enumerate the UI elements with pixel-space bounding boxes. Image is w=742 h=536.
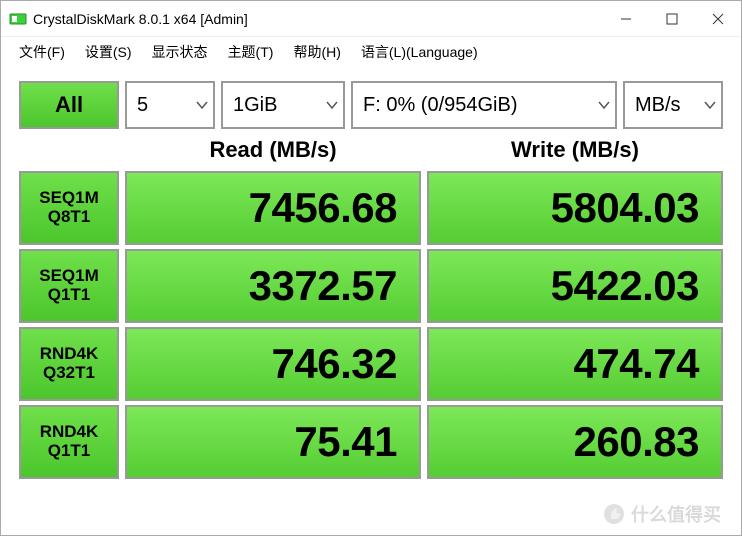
menu-settings[interactable]: 设置(S) (77, 40, 140, 64)
test-button-rnd4k-q1t1[interactable]: RND4K Q1T1 (19, 405, 119, 479)
run-all-button[interactable]: All (19, 81, 119, 129)
write-value-2: 474.74 (427, 327, 723, 401)
test-label-l1: RND4K (40, 423, 99, 442)
test-label-l1: RND4K (40, 345, 99, 364)
write-header: Write (MB/s) (427, 137, 723, 163)
test-label-l1: SEQ1M (39, 189, 99, 208)
titlebar: CrystalDiskMark 8.0.1 x64 [Admin] (1, 1, 741, 37)
drive-value: F: 0% (0/954GiB) (363, 94, 518, 117)
test-button-seq1m-q1t1[interactable]: SEQ1M Q1T1 (19, 249, 119, 323)
menu-file[interactable]: 文件(F) (11, 40, 73, 64)
test-label-l1: SEQ1M (39, 267, 99, 286)
chevron-down-icon (703, 98, 717, 112)
bench-row-3: RND4K Q1T1 75.41 260.83 (19, 405, 723, 479)
drive-dropdown[interactable]: F: 0% (0/954GiB) (351, 81, 617, 129)
window-title: CrystalDiskMark 8.0.1 x64 [Admin] (33, 11, 603, 27)
chevron-down-icon (325, 98, 339, 112)
write-value-3: 260.83 (427, 405, 723, 479)
test-label-l2: Q8T1 (48, 208, 91, 227)
menu-language[interactable]: 语言(L)(Language) (353, 40, 486, 64)
test-size-dropdown[interactable]: 1GiB (221, 81, 345, 129)
test-label-l2: Q1T1 (48, 286, 91, 305)
test-button-seq1m-q8t1[interactable]: SEQ1M Q8T1 (19, 171, 119, 245)
test-label-l2: Q1T1 (48, 442, 91, 461)
write-value-0: 5804.03 (427, 171, 723, 245)
runs-dropdown[interactable]: 5 (125, 81, 215, 129)
unit-dropdown[interactable]: MB/s (623, 81, 723, 129)
app-window: CrystalDiskMark 8.0.1 x64 [Admin] 文件(F) … (0, 0, 742, 536)
test-label-l2: Q32T1 (43, 364, 95, 383)
read-value-0: 7456.68 (125, 171, 421, 245)
close-button[interactable] (695, 1, 741, 36)
test-button-rnd4k-q32t1[interactable]: RND4K Q32T1 (19, 327, 119, 401)
write-value-1: 5422.03 (427, 249, 723, 323)
bench-row-2: RND4K Q32T1 746.32 474.74 (19, 327, 723, 401)
read-value-2: 746.32 (125, 327, 421, 401)
chevron-down-icon (597, 98, 611, 112)
column-headers: Read (MB/s) Write (MB/s) (19, 133, 723, 167)
unit-value: MB/s (635, 94, 681, 117)
read-value-3: 75.41 (125, 405, 421, 479)
menu-profile[interactable]: 显示状态 (144, 40, 216, 64)
maximize-button[interactable] (649, 1, 695, 36)
window-controls (603, 1, 741, 36)
menubar: 文件(F) 设置(S) 显示状态 主题(T) 帮助(H) 语言(L)(Langu… (1, 37, 741, 67)
minimize-button[interactable] (603, 1, 649, 36)
content-area: All 5 1GiB F: 0% (0/954GiB) MB/s Read (M… (1, 67, 741, 535)
read-header: Read (MB/s) (125, 137, 421, 163)
test-size-value: 1GiB (233, 94, 277, 117)
menu-help[interactable]: 帮助(H) (285, 40, 348, 64)
controls-row: All 5 1GiB F: 0% (0/954GiB) MB/s (19, 81, 723, 129)
runs-value: 5 (137, 94, 148, 117)
chevron-down-icon (195, 98, 209, 112)
app-icon (9, 10, 27, 28)
bench-row-1: SEQ1M Q1T1 3372.57 5422.03 (19, 249, 723, 323)
menu-theme[interactable]: 主题(T) (220, 40, 282, 64)
read-value-1: 3372.57 (125, 249, 421, 323)
bench-row-0: SEQ1M Q8T1 7456.68 5804.03 (19, 171, 723, 245)
